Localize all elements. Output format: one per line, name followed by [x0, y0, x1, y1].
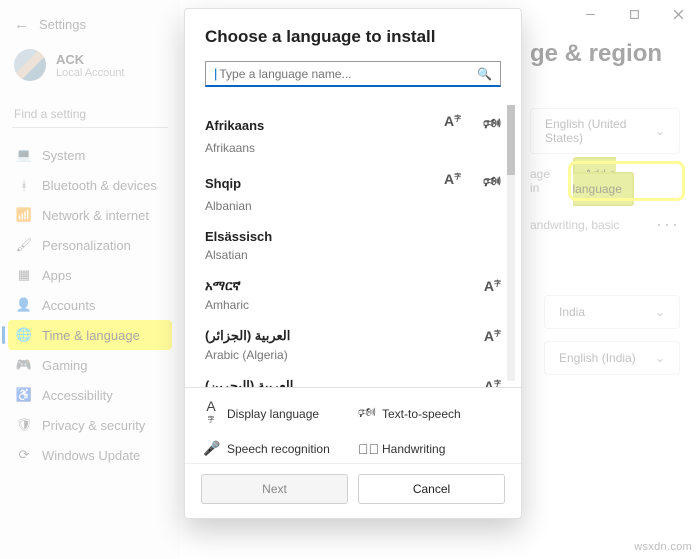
language-native: Shqip	[205, 176, 241, 191]
language-english: Arabic (Algeria)	[205, 348, 501, 362]
language-native: Afrikaans	[205, 118, 264, 133]
dialog-title: Choose a language to install	[185, 9, 521, 57]
language-item[interactable]: العربية (البحرين)A字Arabic (Bahrain)	[205, 368, 501, 387]
language-item[interactable]: አማርኛ A字 Amharic	[205, 268, 501, 318]
display-language-icon: A字	[444, 171, 461, 195]
language-english: Amharic	[205, 298, 501, 312]
language-item[interactable]: Afrikaans A字 🕬 Afrikaans	[205, 103, 501, 161]
legend-speech: 🎤Speech recognition	[203, 440, 348, 457]
dialog-buttons: Next Cancel	[185, 463, 521, 518]
display-language-icon: A字	[444, 113, 461, 137]
language-search-input[interactable]	[219, 67, 477, 81]
language-english: Afrikaans	[205, 141, 501, 155]
tts-icon: 🕬	[483, 171, 501, 195]
speech-icon: 🎤	[203, 440, 219, 457]
cancel-button[interactable]: Cancel	[358, 474, 505, 504]
watermark: wsxdn.com	[634, 541, 692, 553]
language-native: العربية (الجزائر)	[205, 328, 290, 344]
display-language-icon: A字	[484, 378, 501, 387]
tts-icon: 🕬	[358, 402, 374, 426]
language-item[interactable]: Shqip A字 🕬 Albanian	[205, 161, 501, 219]
dialog-legend: A字Display language 🕬Text-to-speech 🎤Spee…	[185, 387, 521, 463]
language-item[interactable]: العربية (الجزائر) A字 Arabic (Algeria)	[205, 318, 501, 368]
scrollbar-thumb[interactable]	[507, 105, 515, 175]
language-list[interactable]: Afrikaans A字 🕬 Afrikaans Shqip A字 🕬 Albanian Els…	[185, 99, 515, 387]
legend-tts: 🕬Text-to-speech	[358, 398, 503, 430]
display-language-icon: A字	[484, 278, 501, 294]
language-search[interactable]: | 🔍	[205, 61, 501, 87]
handwriting-icon: ✎⃞	[358, 441, 374, 457]
tts-icon: 🕬	[483, 113, 501, 137]
language-native: አማርኛ	[205, 278, 241, 294]
language-english: Alsatian	[205, 248, 501, 262]
language-dialog: Choose a language to install | 🔍 Afrikaa…	[184, 8, 522, 519]
language-item[interactable]: Elsässisch Alsatian	[205, 219, 501, 268]
legend-handwriting: ✎⃞Handwriting	[358, 440, 503, 457]
language-native: العربية (البحرين)	[205, 378, 293, 387]
search-icon: 🔍	[477, 67, 492, 81]
display-language-icon: A字	[203, 398, 219, 430]
display-language-icon: A字	[484, 328, 501, 344]
legend-display: A字Display language	[203, 398, 348, 430]
next-button[interactable]: Next	[201, 474, 348, 504]
language-english: Albanian	[205, 199, 501, 213]
language-native: Elsässisch	[205, 229, 272, 244]
